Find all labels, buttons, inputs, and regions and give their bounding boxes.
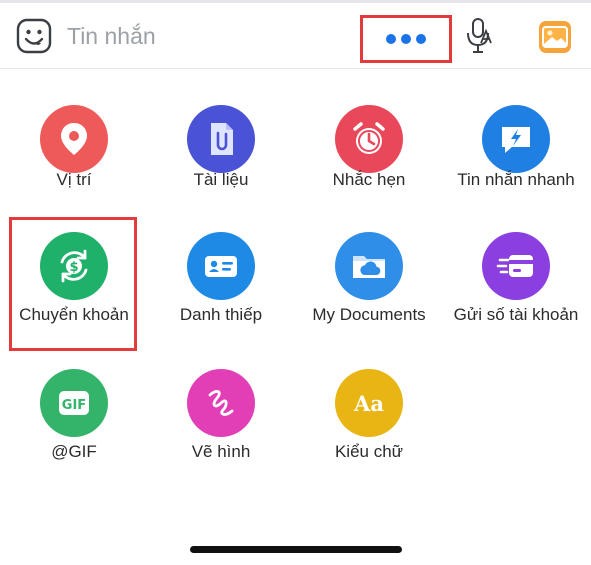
menu-item-label: @GIF — [51, 442, 97, 461]
menu-item-quick-message[interactable]: Tin nhắn nhanh — [442, 105, 590, 235]
menu-item-label: Vị trí — [56, 170, 92, 189]
menu-item-label: Danh thiếp — [179, 305, 263, 324]
quick-message-lightning-icon — [482, 105, 550, 173]
svg-text:GIF: GIF — [62, 398, 86, 413]
menu-item-label: My Documents — [312, 305, 426, 324]
menu-item-label: Nhắc hẹn — [332, 170, 406, 189]
bank-card-icon — [482, 232, 550, 300]
highlight-box — [9, 217, 137, 351]
photo-gallery-icon[interactable] — [538, 20, 572, 54]
more-dots-icon — [416, 34, 426, 44]
menu-item-font-style[interactable]: Aa Kiểu chữ — [295, 369, 443, 499]
drawing-scribble-icon — [187, 369, 255, 437]
menu-item-location[interactable]: Vị trí — [0, 105, 148, 235]
menu-item-label: Vẽ hình — [191, 442, 251, 461]
menu-item-gif[interactable]: GIF @GIF — [0, 369, 148, 499]
menu-item-business-card[interactable]: Danh thiếp — [147, 232, 295, 362]
home-indicator — [190, 546, 402, 553]
message-composer-bar: Tin nhắn — [0, 3, 591, 69]
font-style-icon: Aa — [335, 369, 403, 437]
menu-item-reminder[interactable]: Nhắc hẹn — [295, 105, 443, 235]
menu-item-send-account-number[interactable]: Gửi số tài khoản — [442, 232, 590, 362]
business-card-icon — [187, 232, 255, 300]
menu-item-document[interactable]: Tài liệu — [147, 105, 295, 235]
more-dots-icon — [401, 34, 411, 44]
menu-item-my-documents[interactable]: My Documents — [295, 232, 443, 362]
emoji-icon[interactable] — [16, 18, 52, 54]
message-input[interactable]: Tin nhắn — [67, 21, 156, 51]
voice-to-text-icon[interactable] — [464, 17, 494, 55]
menu-item-label: Tài liệu — [193, 170, 249, 189]
menu-item-label: Tin nhắn nhanh — [457, 170, 575, 189]
gif-icon: GIF — [40, 369, 108, 437]
cloud-folder-icon — [335, 232, 403, 300]
menu-item-label: Kiểu chữ — [334, 442, 404, 461]
alarm-clock-icon — [335, 105, 403, 173]
more-dots-icon — [386, 34, 396, 44]
menu-item-draw[interactable]: Vẽ hình — [147, 369, 295, 499]
more-options-button[interactable] — [360, 15, 452, 63]
svg-text:Aa: Aa — [353, 391, 384, 416]
paperclip-document-icon — [187, 105, 255, 173]
location-pin-icon — [40, 105, 108, 173]
menu-item-label: Gửi số tài khoản — [453, 305, 579, 324]
